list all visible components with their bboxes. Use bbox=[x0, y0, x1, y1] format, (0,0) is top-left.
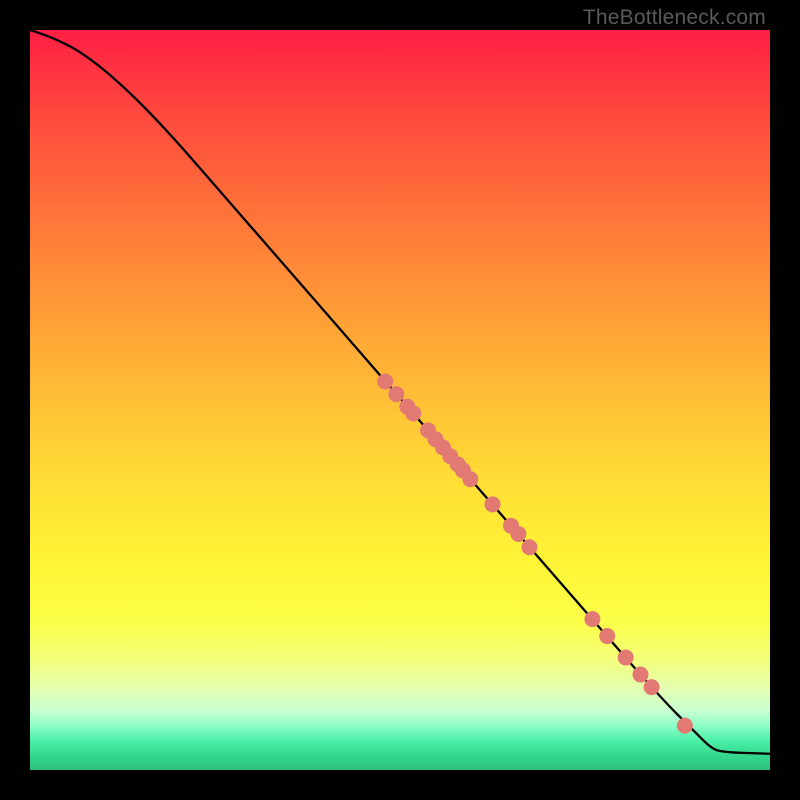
chart-svg bbox=[30, 30, 770, 770]
chart-area bbox=[30, 30, 770, 770]
watermark-text: TheBottleneck.com bbox=[583, 6, 766, 30]
chart-point bbox=[618, 650, 634, 666]
chart-point bbox=[633, 667, 649, 683]
chart-point bbox=[584, 611, 600, 627]
chart-point bbox=[485, 496, 501, 512]
chart-point bbox=[377, 374, 393, 390]
chart-point bbox=[405, 405, 421, 421]
chart-point bbox=[522, 539, 538, 555]
chart-point bbox=[388, 386, 404, 402]
chart-point bbox=[599, 628, 615, 644]
chart-point bbox=[510, 526, 526, 542]
chart-point bbox=[677, 718, 693, 734]
chart-point bbox=[644, 679, 660, 695]
chart-point bbox=[462, 471, 478, 487]
